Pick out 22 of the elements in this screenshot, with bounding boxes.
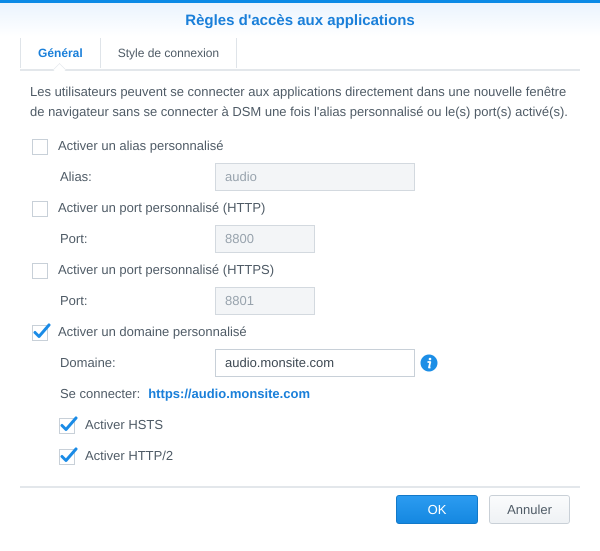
info-icon[interactable]	[420, 354, 438, 372]
checkbox-label: Activer HSTS	[85, 417, 164, 432]
checkbox-label: Activer un port personnalisé (HTTP)	[58, 200, 266, 215]
field-label: Domaine:	[60, 355, 117, 370]
ok-button[interactable]: OK	[396, 495, 478, 524]
window-title: Règles d'accès aux applications	[185, 12, 415, 28]
link-label: Se connecter:	[60, 386, 140, 401]
checkbox-label: Activer un alias personnalisé	[58, 138, 224, 153]
checkbox[interactable]	[31, 322, 51, 342]
checkbox[interactable]	[58, 446, 78, 466]
field-label: Alias:	[60, 169, 93, 184]
checkbox[interactable]	[58, 414, 78, 434]
checkbox-label: Activer un domaine personnalisé	[58, 324, 247, 339]
description-text: Les utilisateurs peuvent se connecter aux applications directement dans une nouvelle fenêtre de navigateur sans se connecter à DSM une fois l'alias personnalisé ou le(s) port(s) activé(s).	[30, 83, 569, 121]
input-field[interactable]: audio.monsite.com	[215, 348, 415, 376]
field-label: Port:	[60, 293, 88, 308]
checkbox-label: Activer HTTP/2	[85, 448, 174, 463]
field-label: Port:	[60, 231, 88, 246]
link[interactable]: https://audio.monsite.com	[148, 386, 310, 401]
checkbox-label: Activer un port personnalisé (HTTPS)	[58, 262, 274, 277]
cancel-button[interactable]: Annuler	[489, 495, 570, 524]
tab[interactable]: Style de connexion	[100, 38, 238, 68]
